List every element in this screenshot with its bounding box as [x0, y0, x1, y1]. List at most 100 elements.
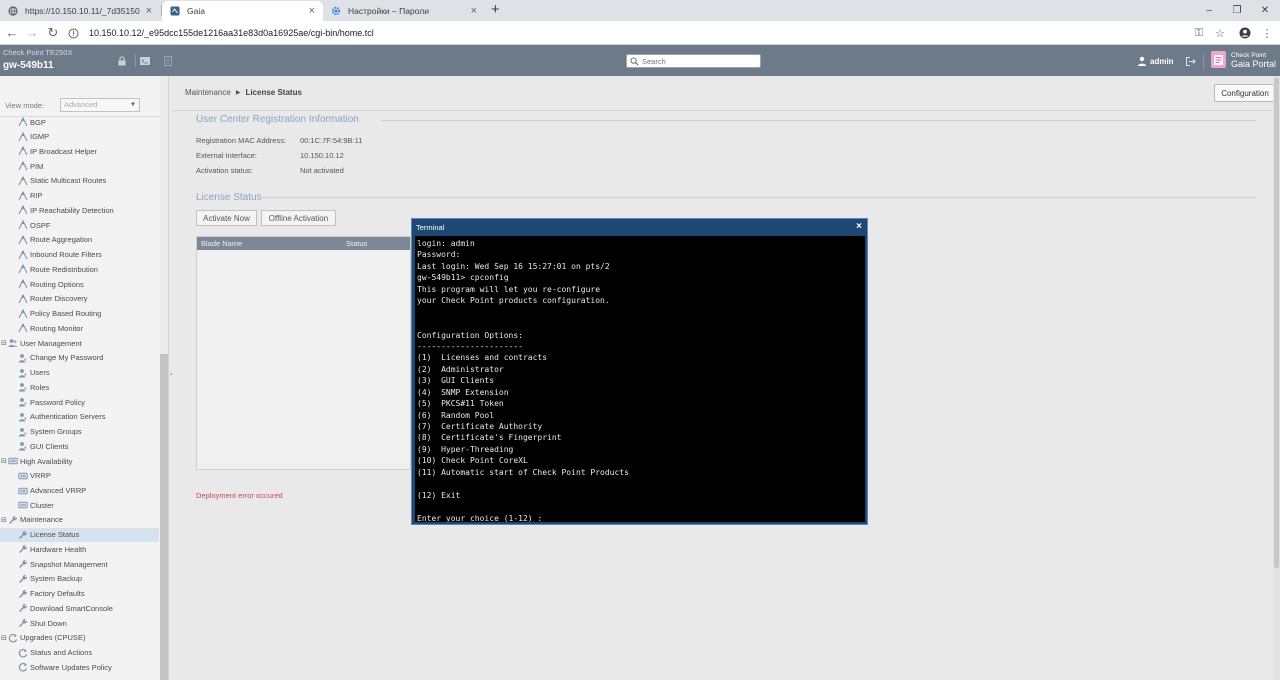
sidebar-item-cluster[interactable]: Cluster [0, 498, 159, 512]
scratchpad-icon[interactable] [162, 55, 174, 67]
sidebar-item-vrrp[interactable]: VRRP [0, 469, 159, 483]
sidebar-item-license-status[interactable]: License Status [0, 527, 159, 542]
sidebar-item-authentication-servers[interactable]: Authentication Servers [0, 410, 159, 424]
sidebar-item-status-and-actions[interactable]: Status and Actions [0, 646, 159, 660]
collapse-toggle-icon[interactable]: ⊟ [1, 634, 8, 642]
sidebar-item-label: License Status [30, 530, 80, 540]
sidebar-item-system-backup[interactable]: System Backup [0, 572, 159, 586]
not-secure-icon[interactable] [68, 28, 79, 39]
sidebar-item-software-updates-policy[interactable]: Software Updates Policy [0, 660, 159, 674]
terminal-icon[interactable] [139, 55, 151, 67]
dropdown-caret-icon: ▼ [130, 102, 136, 108]
browser-tab-bar: https://10.150.10.11/_7d3515091 × Gaia ×… [0, 0, 1280, 21]
ha-icon [18, 471, 28, 481]
sidebar-item-ip-broadcast-helper[interactable]: IP Broadcast Helper [0, 144, 159, 158]
collapse-toggle-icon[interactable]: ⊟ [1, 339, 8, 347]
sidebar-item-shut-down[interactable]: Shut Down [0, 616, 159, 630]
sidebar-item-route-aggregation[interactable]: Route Aggregation [0, 233, 159, 247]
main-scrollbar-thumb[interactable] [1274, 78, 1279, 568]
sidebar-item-label: Hardware Health [30, 544, 87, 554]
sidebar-item-routing-monitor[interactable]: Routing Monitor [0, 321, 159, 335]
minimize-button[interactable]: – [1194, 0, 1224, 21]
collapse-toggle-icon[interactable]: ⊟ [1, 516, 8, 524]
logout-icon[interactable] [1185, 56, 1196, 67]
window-close-button[interactable]: ✕ [1250, 0, 1280, 21]
terminal-dialog[interactable]: Terminal × login: admin Password: Last log… [411, 218, 868, 525]
configuration-button[interactable]: Configuration [1214, 84, 1276, 102]
browser-tab-1[interactable]: https://10.150.10.11/_7d3515091 × [0, 1, 160, 21]
sidebar-item-hardware-health[interactable]: Hardware Health [0, 542, 159, 556]
settings-gear-icon [331, 6, 341, 16]
sidebar-item-pim[interactable]: PIM [0, 159, 159, 173]
sidebar-item-high-availability[interactable]: ⊟ High Availability [0, 454, 159, 468]
close-tab-icon[interactable]: × [471, 5, 477, 17]
back-button[interactable]: ← [4, 24, 20, 41]
browser-menu-icon[interactable]: ⋮ [1258, 24, 1276, 42]
search-box[interactable] [626, 54, 761, 68]
sidebar-item-maintenance[interactable]: ⊟ Maintenance [0, 513, 159, 527]
sidebar-item-label: IP Broadcast Helper [30, 146, 97, 156]
tab-title: Настройки – Пароли [348, 6, 429, 16]
user-menu[interactable]: admin [1137, 56, 1174, 66]
sidebar-item-advanced-vrrp[interactable]: Advanced VRRP [0, 484, 159, 498]
sidebar-item-snapshot-management[interactable]: Snapshot Management [0, 557, 159, 571]
sidebar-item-label: Shut Down [30, 618, 67, 628]
browser-tab-3[interactable]: Настройки – Пароли × [323, 1, 485, 21]
column-header-status[interactable]: Status [346, 239, 367, 248]
offline-activation-button[interactable]: Offline Activation [261, 210, 336, 226]
sidebar-item-policy-based-routing[interactable]: Policy Based Routing [0, 307, 159, 321]
activate-now-button[interactable]: Activate Now [196, 210, 257, 226]
routing-icon [18, 293, 28, 304]
sidebar-item-upgrades-cpuse[interactable]: ⊟ Upgrades (CPUSE) [0, 631, 159, 645]
sidebar-item-rip[interactable]: RIP [0, 189, 159, 203]
lock-icon[interactable] [116, 55, 128, 67]
sidebar-item-route-redistribution[interactable]: Route Redistribution [0, 262, 159, 276]
profile-avatar[interactable] [1236, 24, 1254, 42]
sidebar-item-roles[interactable]: Roles [0, 380, 159, 394]
sidebar-item-bgp[interactable]: BGP [0, 115, 159, 129]
upgrade-icon [18, 648, 28, 658]
bookmark-star-icon[interactable]: ☆ [1211, 24, 1229, 42]
mac-address-value: 00:1C:7F:54:9B:11 [300, 136, 363, 145]
new-tab-button[interactable]: + [491, 2, 500, 18]
reload-button[interactable]: ↻ [45, 24, 61, 41]
url-field[interactable]: 10.150.10.12/_e95dcc155de1216aa31e83d0a1… [68, 23, 1180, 43]
sidebar-item-password-policy[interactable]: Password Policy [0, 395, 159, 409]
sidebar-item-inbound-route-filters[interactable]: Inbound Route Filters [0, 248, 159, 262]
forward-button[interactable]: → [24, 24, 40, 41]
collapse-toggle-icon[interactable]: ⊟ [1, 457, 8, 465]
sidebar-item-ospf[interactable]: OSPF [0, 218, 159, 232]
breadcrumb-parent[interactable]: Maintenance [185, 88, 231, 97]
sidebar-item-user-management[interactable]: ⊟ User Management [0, 336, 159, 350]
terminal-line: (5) PKCS#11 Token [417, 399, 504, 409]
view-mode-select[interactable]: Advanced ▼ [60, 98, 140, 112]
sidebar-item-routing-options[interactable]: Routing Options [0, 277, 159, 291]
sidebar-item-router-discovery[interactable]: Router Discovery [0, 292, 159, 306]
restore-button[interactable]: ❐ [1222, 0, 1252, 21]
sidebar-item-factory-defaults[interactable]: Factory Defaults [0, 587, 159, 601]
terminal-screen[interactable]: login: admin Password: Last login: Wed Sep… [415, 236, 865, 522]
sidebar-item-system-groups[interactable]: System Groups [0, 425, 159, 439]
terminal-close-icon[interactable]: × [856, 221, 862, 232]
sidebar-item-label: High Availability [20, 456, 73, 466]
sidebar-scrollbar-thumb[interactable] [160, 354, 168, 680]
user-icon [18, 441, 28, 451]
sidebar-item-static-multicast-routes[interactable]: Static Multicast Routes [0, 174, 159, 188]
terminal-line: (7) Certificate Authority [417, 422, 543, 431]
password-key-icon[interactable]: ⚿ [1190, 24, 1208, 42]
upgrade-icon [8, 633, 18, 643]
column-header-blade-name[interactable]: Blade Name [201, 239, 242, 248]
browser-tab-2[interactable]: Gaia × [162, 1, 323, 21]
search-input[interactable] [642, 56, 752, 66]
sidebar-item-label: Software Updates Policy [30, 662, 112, 672]
sidebar-item-change-my-password[interactable]: Change My Password [0, 351, 159, 365]
terminal-line: your Check Point products configuration. [417, 296, 610, 306]
sidebar-item-users[interactable]: Users [0, 366, 159, 380]
sidebar-item-igmp[interactable]: IGMP [0, 130, 159, 144]
routing-icon [18, 264, 28, 274]
close-tab-icon[interactable]: × [309, 5, 315, 17]
sidebar-item-download-smartconsole[interactable]: Download SmartConsole [0, 601, 159, 615]
sidebar-item-gui-clients[interactable]: GUI Clients [0, 439, 159, 453]
close-tab-icon[interactable]: × [146, 5, 152, 17]
sidebar-item-ip-reachability-detection[interactable]: IP Reachability Detection [0, 203, 159, 217]
